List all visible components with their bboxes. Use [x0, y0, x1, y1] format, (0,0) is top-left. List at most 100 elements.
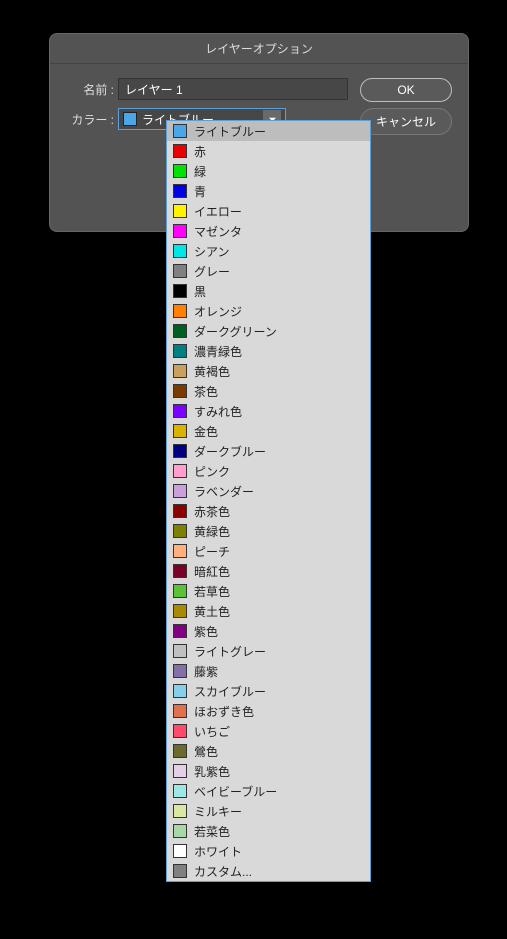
color-swatch: [173, 204, 187, 218]
color-option-label: シアン: [194, 243, 230, 260]
color-option-label: 金色: [194, 423, 218, 440]
color-option-label: ラベンダー: [194, 483, 254, 500]
color-swatch: [173, 744, 187, 758]
color-option-label: 鶯色: [194, 743, 218, 760]
color-option[interactable]: ラベンダー: [167, 481, 370, 501]
color-option[interactable]: 若草色: [167, 581, 370, 601]
color-option[interactable]: オレンジ: [167, 301, 370, 321]
color-option[interactable]: 黄褐色: [167, 361, 370, 381]
color-option-label: ダークブルー: [194, 443, 266, 460]
ok-button[interactable]: OK: [360, 78, 452, 102]
color-option-label: いちご: [194, 723, 230, 740]
color-option[interactable]: 黒: [167, 281, 370, 301]
color-swatch: [173, 364, 187, 378]
color-option[interactable]: 茶色: [167, 381, 370, 401]
color-option[interactable]: ダークグリーン: [167, 321, 370, 341]
color-swatch: [173, 624, 187, 638]
color-swatch: [173, 564, 187, 578]
color-option[interactable]: イエロー: [167, 201, 370, 221]
color-option[interactable]: ライトブルー: [167, 121, 370, 141]
selected-swatch: [123, 112, 137, 126]
color-swatch: [173, 784, 187, 798]
color-option-label: 若草色: [194, 583, 230, 600]
color-option[interactable]: 藤紫: [167, 661, 370, 681]
color-option[interactable]: 若菜色: [167, 821, 370, 841]
color-option[interactable]: 緑: [167, 161, 370, 181]
color-option-label: 黄褐色: [194, 363, 230, 380]
color-option-label: 黒: [194, 283, 206, 300]
color-option-label: 乳紫色: [194, 763, 230, 780]
color-option[interactable]: ピーチ: [167, 541, 370, 561]
color-option-label: ミルキー: [194, 803, 242, 820]
color-label: カラー :: [66, 111, 114, 128]
color-option-label: イエロー: [194, 203, 242, 220]
color-option[interactable]: ほおずき色: [167, 701, 370, 721]
color-option[interactable]: 赤茶色: [167, 501, 370, 521]
color-option[interactable]: すみれ色: [167, 401, 370, 421]
color-option-label: マゼンタ: [194, 223, 242, 240]
color-option[interactable]: 黄緑色: [167, 521, 370, 541]
color-swatch: [173, 504, 187, 518]
color-swatch: [173, 724, 187, 738]
color-option[interactable]: 金色: [167, 421, 370, 441]
color-option[interactable]: カスタム...: [167, 861, 370, 881]
color-swatch: [173, 324, 187, 338]
layer-name-input[interactable]: [118, 78, 348, 100]
color-option[interactable]: 鶯色: [167, 741, 370, 761]
name-label: 名前 :: [66, 81, 114, 98]
color-swatch: [173, 464, 187, 478]
color-option-label: グレー: [194, 263, 230, 280]
color-swatch: [173, 684, 187, 698]
color-option-label: 青: [194, 183, 206, 200]
color-swatch: [173, 704, 187, 718]
color-swatch: [173, 644, 187, 658]
color-option-label: 赤: [194, 143, 206, 160]
color-option-label: 緑: [194, 163, 206, 180]
color-option-label: 藤紫: [194, 663, 218, 680]
color-option[interactable]: 黄土色: [167, 601, 370, 621]
color-option[interactable]: シアン: [167, 241, 370, 261]
color-option-label: 紫色: [194, 623, 218, 640]
cancel-button[interactable]: キャンセル: [360, 108, 452, 135]
color-option[interactable]: ベイビーブルー: [167, 781, 370, 801]
color-option[interactable]: 暗紅色: [167, 561, 370, 581]
color-option[interactable]: 濃青緑色: [167, 341, 370, 361]
color-option-label: 濃青緑色: [194, 343, 242, 360]
color-swatch: [173, 444, 187, 458]
color-swatch: [173, 824, 187, 838]
color-swatch: [173, 224, 187, 238]
color-swatch: [173, 384, 187, 398]
color-option[interactable]: ライトグレー: [167, 641, 370, 661]
color-option[interactable]: 青: [167, 181, 370, 201]
color-option-label: ライトブルー: [194, 123, 266, 140]
color-option-label: 赤茶色: [194, 503, 230, 520]
color-option[interactable]: ダークブルー: [167, 441, 370, 461]
color-option[interactable]: ホワイト: [167, 841, 370, 861]
color-option[interactable]: ミルキー: [167, 801, 370, 821]
color-option-label: 若菜色: [194, 823, 230, 840]
color-option-label: すみれ色: [194, 403, 242, 420]
color-swatch: [173, 164, 187, 178]
color-swatch: [173, 424, 187, 438]
color-option[interactable]: 赤: [167, 141, 370, 161]
color-swatch: [173, 524, 187, 538]
color-option[interactable]: ピンク: [167, 461, 370, 481]
color-option[interactable]: 紫色: [167, 621, 370, 641]
color-swatch: [173, 284, 187, 298]
color-swatch: [173, 244, 187, 258]
color-option[interactable]: グレー: [167, 261, 370, 281]
color-option[interactable]: いちご: [167, 721, 370, 741]
color-swatch: [173, 344, 187, 358]
color-option[interactable]: マゼンタ: [167, 221, 370, 241]
button-column: OK キャンセル: [360, 78, 452, 215]
color-option[interactable]: スカイブルー: [167, 681, 370, 701]
color-dropdown[interactable]: ライトブルー赤緑青イエローマゼンタシアングレー黒オレンジダークグリーン濃青緑色黄…: [166, 120, 371, 882]
color-swatch: [173, 264, 187, 278]
color-swatch: [173, 184, 187, 198]
color-swatch: [173, 404, 187, 418]
color-option[interactable]: 乳紫色: [167, 761, 370, 781]
color-swatch: [173, 664, 187, 678]
color-swatch: [173, 484, 187, 498]
color-swatch: [173, 544, 187, 558]
color-option-label: 茶色: [194, 383, 218, 400]
